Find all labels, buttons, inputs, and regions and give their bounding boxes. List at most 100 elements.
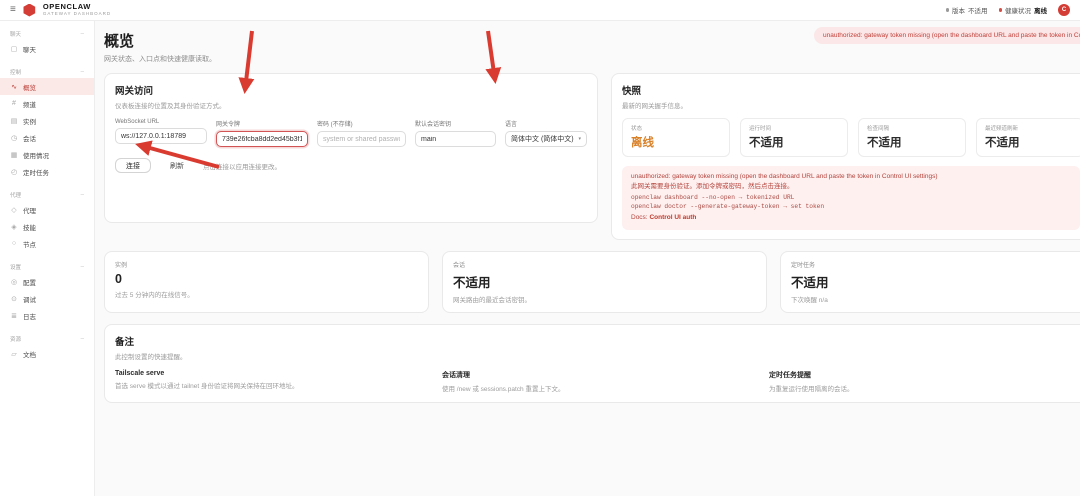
refresh-button[interactable]: 刷新 (159, 158, 195, 173)
sidebar-item-label: 聊天 (23, 44, 36, 54)
sidebar-item-agents[interactable]: ◇ 代理 (0, 201, 94, 218)
note-cron-title: 定时任务提醒 (769, 370, 1080, 380)
gateway-access-subtitle: 仪表板连接的位置及其身份验证方式。 (115, 100, 587, 110)
collapse-icon: – (81, 192, 84, 198)
instances-icon: ▤ (10, 117, 18, 125)
session-key-input[interactable] (415, 131, 496, 147)
auth-error-line1: unauthorized: gateway token missing (ope… (631, 172, 1071, 182)
sidebar-section-agents[interactable]: 代理 – (0, 187, 94, 201)
version-value: 不适用 (968, 5, 988, 15)
note-session-hygiene: 会话清理 使用 /new 或 sessions.patch 重置上下文。 (442, 370, 769, 393)
sessions-label: 会话 (453, 260, 756, 269)
sidebar-item-label: 日志 (23, 311, 36, 321)
sidebar-section-control[interactable]: 控制 – (0, 64, 94, 78)
skills-icon: ◈ (10, 223, 18, 231)
sidebar-item-usage[interactable]: ▦ 使用情况 (0, 146, 94, 163)
sidebar-item-label: 会话 (23, 133, 36, 143)
cron-label: 定时任务 (791, 260, 1080, 269)
docs-prefix: Docs: (631, 214, 648, 221)
hamburger-menu-icon[interactable]: ≡ (10, 5, 16, 15)
gateway-access-actions: 连接 刷新 点击连接以应用连接更改。 (115, 158, 587, 173)
sidebar-item-chat[interactable]: ▢ 聊天 (0, 40, 94, 57)
collapse-icon: – (81, 31, 84, 37)
sidebar-item-debug[interactable]: ⊙ 调试 (0, 290, 94, 307)
sidebar-item-cron[interactable]: ◴ 定时任务 (0, 163, 94, 180)
section-label: 控制 (10, 68, 21, 76)
channels-icon: # (10, 100, 18, 107)
sidebar-item-instances[interactable]: ▤ 实例 (0, 112, 94, 129)
sidebar-item-docs[interactable]: ▱ 文档 (0, 345, 94, 362)
usage-icon: ▦ (10, 151, 18, 159)
sidebar-item-logs[interactable]: ≣ 日志 (0, 307, 94, 324)
sidebar-item-overview[interactable]: ∿ 概览 (0, 78, 94, 95)
note-tailscale-caption: 首选 serve 模式以通过 tailnet 身份验证将网关保持在回环地址。 (115, 380, 430, 390)
auth-error-box: unauthorized: gateway token missing (ope… (622, 166, 1080, 230)
stats-row: 实例 0 过去 5 分钟内的在线信号。 会话 不适用 网关路由的最近会话密钥。 … (104, 251, 1080, 313)
docs-line: Docs: Control UI auth (631, 213, 1071, 223)
chat-icon: ▢ (10, 45, 18, 53)
gear-icon: ◎ (10, 278, 18, 286)
gateway-token-field-group: 网关令牌 (216, 119, 308, 147)
snapshot-subtitle: 最新的网关握手信息。 (622, 100, 1080, 110)
avatar[interactable]: C (1058, 4, 1070, 16)
control-ui-auth-link[interactable]: Control UI auth (649, 214, 696, 221)
collapse-icon: – (81, 69, 84, 75)
snapshot-title: 快照 (622, 83, 1080, 97)
websocket-url-input[interactable] (115, 128, 207, 144)
sidebar-section-settings[interactable]: 设置 – (0, 259, 94, 273)
sidebar-item-label: 配置 (23, 277, 36, 287)
session-key-field-group: 默认会话密钥 (415, 119, 496, 147)
clock-icon: ◴ (10, 168, 18, 176)
sessions-icon: ◷ (10, 134, 18, 142)
interval-tile-value: 不适用 (867, 134, 957, 150)
sidebar-section-resources[interactable]: 资源 – (0, 331, 94, 345)
websocket-url-field-group: WebSocket URL (115, 119, 207, 147)
notes-columns: Tailscale serve 首选 serve 模式以通过 tailnet 身… (115, 370, 1080, 393)
sidebar-item-label: 代理 (23, 205, 36, 215)
cron-caption: 下次唤醒 n/a (791, 294, 1080, 304)
note-session-title: 会话清理 (442, 370, 757, 380)
password-input[interactable] (317, 131, 406, 147)
sessions-value: 不适用 (453, 272, 756, 291)
websocket-url-label: WebSocket URL (115, 119, 207, 125)
gateway-access-card: 网关访问 仪表板连接的位置及其身份验证方式。 WebSocket URL 网关令… (104, 73, 598, 223)
sessions-card: 会话 不适用 网关路由的最近会话密钥。 (442, 251, 767, 313)
interval-tile-label: 检查间隔 (867, 124, 957, 132)
sidebar-section-chat[interactable]: 聊天 – (0, 26, 94, 40)
note-cron-caption: 为重复运行使用隔离的会话。 (769, 383, 1080, 393)
auth-error-code1: openclaw dashboard --no-open → tokenized… (631, 193, 1071, 202)
health-dot-icon (999, 8, 1003, 12)
page-subtitle: 网关状态、入口点和快速健康读取。 (104, 54, 1080, 64)
session-key-label: 默认会话密钥 (415, 119, 496, 128)
sidebar-item-label: 频道 (23, 99, 36, 109)
sidebar-item-sessions[interactable]: ◷ 会话 (0, 129, 94, 146)
openclaw-logo-icon (23, 4, 36, 17)
gateway-access-title: 网关访问 (115, 83, 587, 97)
instances-caption: 过去 5 分钟内的在线信号。 (115, 289, 418, 299)
sidebar-item-label: 定时任务 (23, 167, 49, 177)
language-field-group: 语言 简体中文 (简体中文) ▾ (505, 119, 587, 147)
connect-button[interactable]: 连接 (115, 158, 151, 173)
language-select[interactable]: 简体中文 (简体中文) ▾ (505, 131, 587, 147)
section-label: 资源 (10, 335, 21, 343)
language-value: 简体中文 (简体中文) (511, 134, 574, 144)
instances-label: 实例 (115, 260, 418, 269)
sidebar-item-config[interactable]: ◎ 配置 (0, 273, 94, 290)
collapse-icon: – (81, 264, 84, 270)
instances-value: 0 (115, 272, 418, 286)
note-tailscale-title: Tailscale serve (115, 370, 430, 377)
main-content: 概览 网关状态、入口点和快速健康读取。 网关访问 仪表板连接的位置及其身份验证方… (95, 21, 1080, 496)
gateway-token-input[interactable] (216, 131, 308, 147)
gateway-access-fields: WebSocket URL 网关令牌 密码 (不存储) 默认会话密钥 (115, 119, 587, 147)
sidebar-item-nodes[interactable]: ○ 节点 (0, 235, 94, 252)
error-toast[interactable]: unauthorized: gateway token missing (ope… (814, 27, 1080, 44)
version-dot-icon (946, 8, 950, 12)
sidebar-item-skills[interactable]: ◈ 技能 (0, 218, 94, 235)
gateway-token-label: 网关令牌 (216, 119, 308, 128)
password-label: 密码 (不存储) (317, 119, 406, 128)
section-label: 设置 (10, 263, 21, 271)
sidebar-item-label: 调试 (23, 294, 36, 304)
password-field-group: 密码 (不存储) (317, 119, 406, 147)
agent-icon: ◇ (10, 206, 18, 214)
sidebar-item-channels[interactable]: # 频道 (0, 95, 94, 112)
